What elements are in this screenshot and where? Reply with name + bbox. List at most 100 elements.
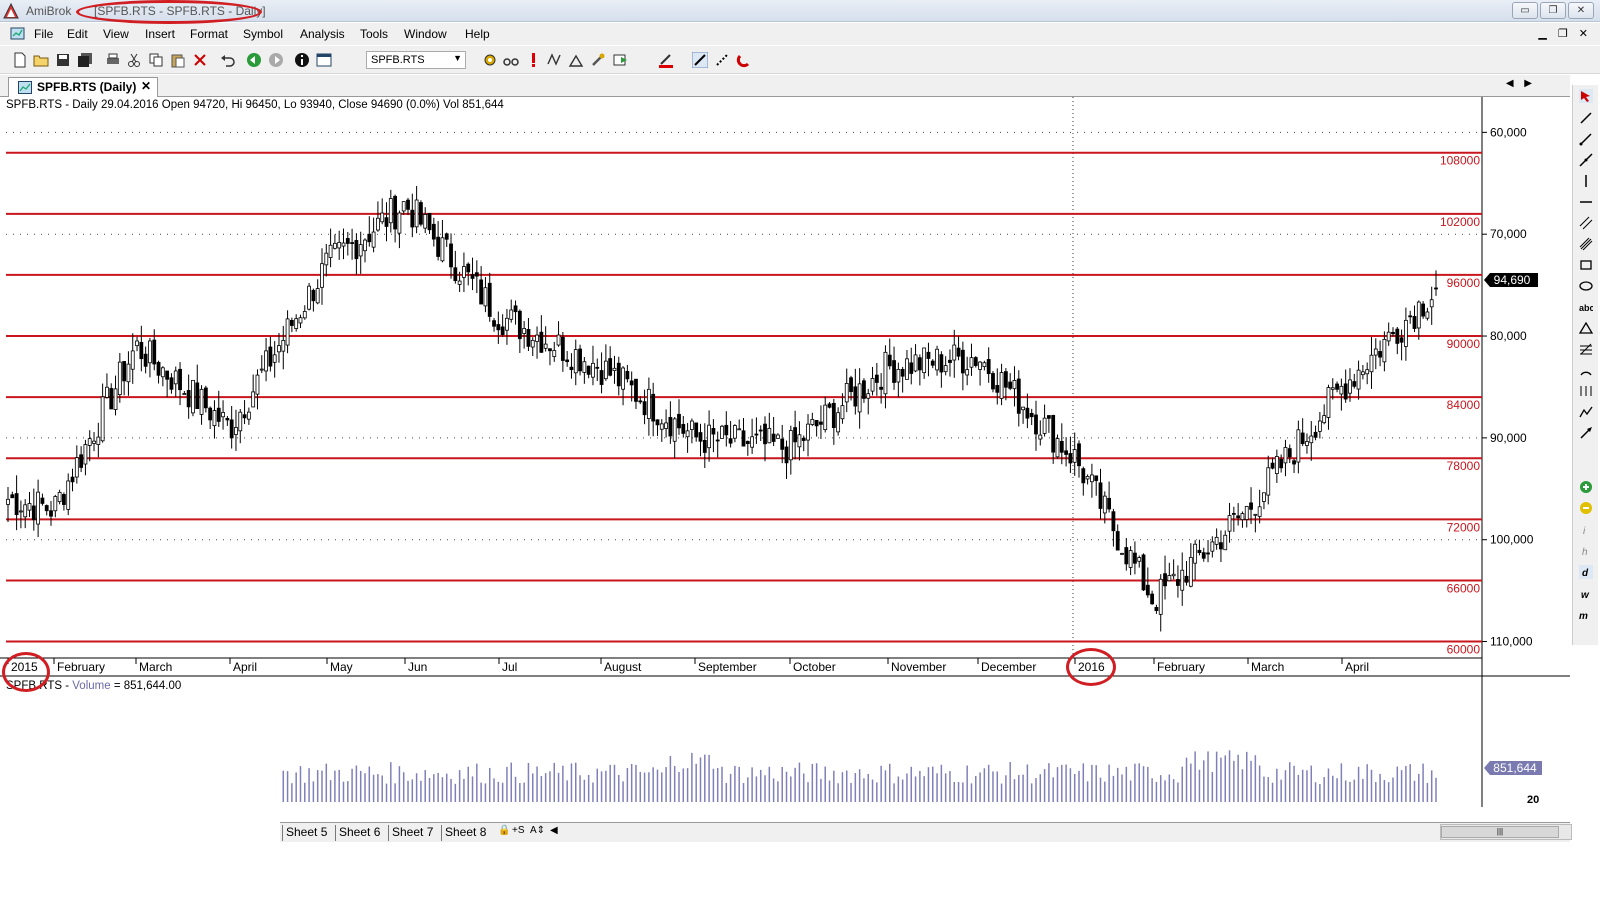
- menu-file[interactable]: File: [34, 27, 53, 41]
- weekly-interval-icon[interactable]: w: [1579, 587, 1593, 601]
- candle: [272, 341, 277, 378]
- formula-icon[interactable]: [546, 52, 562, 68]
- candle-body: [289, 319, 294, 326]
- zoom-out-icon[interactable]: [1579, 501, 1593, 515]
- cycles-icon[interactable]: [1579, 384, 1593, 398]
- trendline-icon[interactable]: [1579, 111, 1593, 125]
- hourly-icon[interactable]: h: [1579, 544, 1593, 558]
- menu-help[interactable]: Help: [465, 27, 490, 41]
- candle: [612, 355, 617, 384]
- close-button[interactable]: ✕: [1568, 2, 1594, 19]
- tab-spfb-daily[interactable]: SPFB.RTS (Daily) ✕: [8, 77, 158, 97]
- zigzag-icon[interactable]: [1579, 405, 1593, 419]
- fibonacci-icon[interactable]: [1579, 342, 1593, 356]
- candle-body: [720, 425, 724, 439]
- quote-editor-icon[interactable]: [316, 52, 332, 68]
- rectangle-icon[interactable]: [1579, 258, 1593, 272]
- paste-icon[interactable]: [170, 52, 186, 68]
- menu-edit[interactable]: Edit: [67, 27, 88, 41]
- sheet-tab-7[interactable]: Sheet 7: [388, 825, 436, 841]
- forward-icon[interactable]: [268, 52, 284, 68]
- new-icon[interactable]: [12, 52, 28, 68]
- lock-icon[interactable]: 🔒: [498, 825, 510, 836]
- menu-analysis[interactable]: Analysis: [300, 27, 345, 41]
- triangle-icon[interactable]: [1579, 321, 1593, 335]
- menu-insert[interactable]: Insert: [145, 27, 175, 41]
- candle: [767, 412, 772, 444]
- parallel-lines-icon[interactable]: [1579, 216, 1593, 230]
- export-icon[interactable]: [612, 52, 628, 68]
- candle: [603, 344, 608, 381]
- menu-window[interactable]: Window: [404, 27, 447, 41]
- dotted-line-icon[interactable]: [714, 52, 730, 68]
- sheet-tab-bar: Sheet 5 Sheet 6 Sheet 7 Sheet 8 🔒 +S A⇕ …: [280, 822, 1570, 842]
- draw-line-icon[interactable]: [692, 52, 708, 68]
- menu-tools[interactable]: Tools: [360, 27, 388, 41]
- arrow-tool-icon[interactable]: [1579, 426, 1593, 440]
- candle-body: [1219, 542, 1223, 550]
- ellipse-icon[interactable]: [1579, 279, 1593, 293]
- chart-area[interactable]: SPFB.RTS - Daily 29.04.2016 Open 94720, …: [0, 97, 1570, 822]
- sync-scroll-icon[interactable]: +S: [512, 825, 525, 836]
- candle-body: [1249, 502, 1253, 510]
- vertical-line-icon[interactable]: [1579, 174, 1593, 188]
- channel-icon[interactable]: [1579, 237, 1593, 251]
- tab-scroll-arrows[interactable]: ◀ ▶: [1506, 78, 1536, 89]
- menu-format[interactable]: Format: [190, 27, 228, 41]
- candle-body: [758, 429, 763, 432]
- save-all-icon[interactable]: [77, 52, 93, 68]
- binoculars-icon[interactable]: [503, 52, 519, 68]
- close-tab-icon[interactable]: ✕: [141, 79, 151, 93]
- candle-body: [208, 407, 213, 421]
- arc-icon[interactable]: [1579, 363, 1593, 377]
- sheet-tab-5[interactable]: Sheet 5: [282, 825, 330, 841]
- ray-icon[interactable]: [1579, 132, 1593, 146]
- magnet-icon[interactable]: [736, 52, 752, 68]
- document-icon[interactable]: [10, 26, 26, 41]
- undo-icon[interactable]: [220, 52, 236, 68]
- print-icon[interactable]: [105, 52, 121, 68]
- save-icon[interactable]: [55, 52, 71, 68]
- auto-scale-icon[interactable]: A⇕: [530, 825, 545, 836]
- monthly-interval-icon[interactable]: m: [1579, 608, 1593, 622]
- analysis-icon[interactable]: [568, 52, 584, 68]
- settings-gear-icon[interactable]: [482, 52, 498, 68]
- delete-icon[interactable]: [192, 52, 208, 68]
- daily-interval-icon[interactable]: d: [1579, 565, 1593, 579]
- candle-body: [1386, 331, 1391, 342]
- text-tool-icon[interactable]: abc: [1579, 300, 1593, 314]
- minimize-button[interactable]: ▭: [1512, 2, 1538, 19]
- candle: [225, 415, 230, 426]
- maximize-button[interactable]: ❐: [1540, 2, 1566, 19]
- pen-color-icon[interactable]: [658, 52, 674, 68]
- candle-body: [612, 367, 617, 371]
- intraday-1-icon[interactable]: i: [1579, 523, 1593, 537]
- open-icon[interactable]: [33, 52, 49, 68]
- info-icon[interactable]: [294, 52, 310, 68]
- sheet-tab-8[interactable]: Sheet 8: [441, 825, 489, 841]
- select-arrow-icon[interactable]: [1579, 89, 1593, 103]
- candle: [634, 378, 638, 410]
- cut-icon[interactable]: [126, 52, 142, 68]
- sheet-tab-6[interactable]: Sheet 6: [335, 825, 383, 841]
- candle-body: [234, 427, 238, 435]
- menu-symbol[interactable]: Symbol: [243, 27, 283, 41]
- copy-icon[interactable]: [148, 52, 164, 68]
- candle-body: [53, 496, 58, 512]
- extended-line-icon[interactable]: [1579, 153, 1593, 167]
- symbol-combobox[interactable]: SPFB.RTS ▼: [366, 51, 466, 69]
- mdi-controls[interactable]: ▁ ❐ ✕: [1538, 27, 1592, 40]
- scrollbar-thumb[interactable]: |||: [1441, 826, 1559, 838]
- tools-icon[interactable]: [590, 52, 606, 68]
- scroll-left-icon[interactable]: ◀: [550, 825, 558, 836]
- zoom-in-icon[interactable]: [1579, 480, 1593, 494]
- chevron-down-icon: ▼: [453, 53, 462, 63]
- menu-view[interactable]: View: [103, 27, 129, 41]
- horizontal-line-icon[interactable]: [1579, 195, 1593, 209]
- horizontal-scrollbar[interactable]: |||: [1440, 824, 1572, 840]
- candle: [444, 232, 449, 247]
- back-icon[interactable]: [246, 52, 262, 68]
- alert-icon[interactable]: [525, 52, 541, 68]
- candle-body: [31, 505, 36, 521]
- price-chart[interactable]: SPFB.RTS - Daily 29.04.2016 Open 94720, …: [0, 97, 1570, 822]
